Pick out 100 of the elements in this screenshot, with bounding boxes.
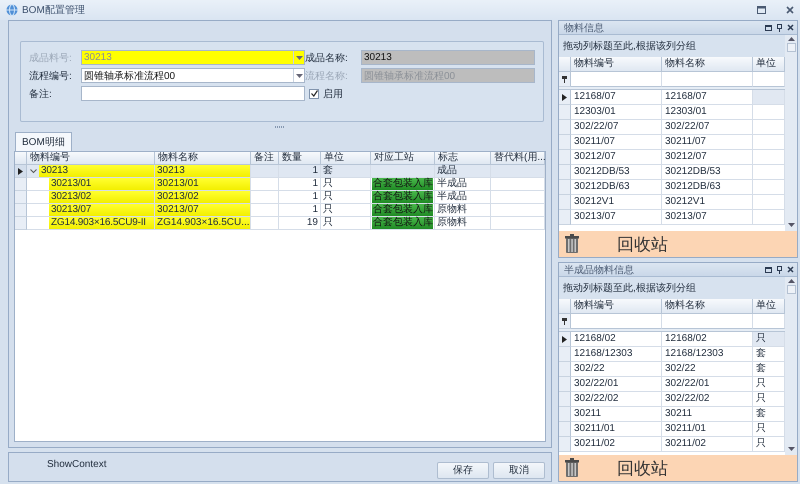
column-header[interactable]: 单位	[321, 152, 371, 165]
table-cell: 套	[321, 165, 371, 178]
column-header[interactable]: 物料编号	[571, 299, 662, 314]
caret-icon	[296, 74, 302, 78]
maximize-icon[interactable]	[765, 24, 772, 30]
close-icon[interactable]	[787, 266, 794, 273]
filter-field[interactable]	[571, 314, 662, 329]
table-cell: 30213	[155, 165, 251, 178]
scrollbar-thumb[interactable]	[786, 285, 796, 294]
column-header[interactable]: 单位	[753, 57, 785, 72]
column-header[interactable]: 物料名称	[662, 57, 753, 72]
table-cell: 302/22/01	[662, 377, 753, 392]
table-cell: 30213/02	[49, 191, 154, 203]
table-cell	[753, 195, 785, 210]
table-cell: 12168/12303	[662, 347, 753, 362]
caret-icon	[296, 56, 302, 60]
table-cell	[753, 135, 785, 150]
field-label: 流程编号:	[29, 70, 73, 82]
table-cell: 1	[279, 165, 321, 178]
table-cell: 只	[321, 178, 371, 191]
table-cell: 套	[753, 407, 785, 422]
scrollbar-thumb[interactable]	[786, 43, 796, 52]
restore-icon[interactable]	[757, 6, 766, 14]
column-header[interactable]: 物料名称	[662, 299, 753, 314]
filter-field[interactable]	[753, 72, 785, 87]
checkbox[interactable]	[309, 88, 319, 98]
table-cell: 只	[753, 437, 785, 452]
table-cell: 30213/01	[49, 178, 154, 190]
station-tag: 合套包装入库	[372, 191, 433, 203]
recycle-bin-label[interactable]: 回收站	[617, 456, 668, 480]
scroll-up-icon[interactable]	[788, 279, 794, 283]
station-tag: 合套包装入库	[372, 217, 433, 229]
table-cell: 30213/07	[49, 204, 154, 216]
close-icon[interactable]	[786, 6, 794, 14]
filter-pin-icon	[562, 318, 567, 324]
table-cell: 30213/01	[155, 178, 251, 191]
column-header[interactable]: 物料编号	[27, 152, 155, 165]
table-cell: 30211/01	[571, 422, 662, 437]
filter-field[interactable]	[753, 314, 785, 329]
scroll-down-icon[interactable]	[788, 223, 794, 227]
column-header[interactable]: 单位	[753, 299, 785, 314]
table-cell: 30211/07	[662, 135, 753, 150]
column-header[interactable]: 标志	[435, 152, 491, 165]
column-header[interactable]: 替代料(用...	[491, 152, 545, 165]
column-header[interactable]: 物料编号	[571, 57, 662, 72]
table-cell: 只	[321, 204, 371, 217]
recycle-bin-label[interactable]: 回收站	[617, 232, 668, 256]
scroll-down-icon[interactable]	[788, 447, 794, 451]
table-cell: 原物料	[435, 217, 491, 230]
check-icon	[310, 90, 318, 97]
table-cell: 30212/07	[571, 150, 662, 165]
table-cell	[251, 178, 279, 191]
input-field[interactable]	[81, 86, 305, 101]
table-cell: 12303/01	[571, 105, 662, 120]
table-cell: 12168/07	[662, 90, 753, 105]
filter-field[interactable]	[662, 314, 753, 329]
table-cell: 30212DB/53	[571, 165, 662, 180]
table-cell: 原物料	[435, 204, 491, 217]
globe-icon	[6, 4, 18, 16]
pin-icon[interactable]	[777, 24, 782, 32]
filter-pin-icon	[562, 76, 567, 82]
checkbox-label: 启用	[323, 88, 343, 100]
scroll-up-icon[interactable]	[788, 37, 794, 41]
table-cell: 半成品	[435, 191, 491, 204]
chevron-icon[interactable]	[30, 168, 36, 174]
station-tag: 合套包装入库	[372, 204, 433, 216]
maximize-icon[interactable]	[765, 266, 772, 272]
table-cell: 30213/07	[571, 210, 662, 225]
column-header[interactable]: 物料名称	[155, 152, 251, 165]
table-cell	[491, 165, 545, 178]
field-label: 成品料号:	[29, 52, 73, 64]
field-label: 备注:	[29, 88, 53, 100]
table-cell: 30211/07	[571, 135, 662, 150]
pin-icon[interactable]	[777, 266, 782, 274]
trash-can-icon	[565, 234, 579, 254]
table-cell: 只	[753, 422, 785, 437]
table-cell: 30211/01	[662, 422, 753, 437]
table-cell: 30213/02	[155, 191, 251, 204]
close-icon[interactable]	[787, 24, 794, 31]
table-cell: 30212V1	[662, 195, 753, 210]
table-cell: 30212V1	[571, 195, 662, 210]
table-cell: 302/22/02	[662, 392, 753, 407]
window-title: BOM配置管理	[22, 4, 86, 17]
table-cell: 套	[753, 362, 785, 377]
action-button[interactable]: 保存	[437, 462, 489, 478]
column-header[interactable]: 数量	[279, 152, 321, 165]
panel-title: 半成品物料信息	[564, 264, 635, 276]
table-cell: 成品	[435, 165, 491, 178]
table-cell	[753, 120, 785, 135]
table-cell: 30212DB/63	[662, 180, 753, 195]
tab[interactable]: BOM明细	[15, 132, 72, 151]
combo-box[interactable]: 圆锥轴承标准流程00	[81, 68, 305, 83]
table-cell: 只	[321, 217, 371, 230]
filter-field[interactable]	[571, 72, 662, 87]
table-cell	[251, 165, 279, 178]
action-button[interactable]: 取消	[493, 462, 545, 478]
input-field[interactable]: 30213	[361, 50, 535, 65]
filter-field[interactable]	[662, 72, 753, 87]
table-cell: 只	[753, 377, 785, 392]
table-cell: 套	[753, 347, 785, 362]
